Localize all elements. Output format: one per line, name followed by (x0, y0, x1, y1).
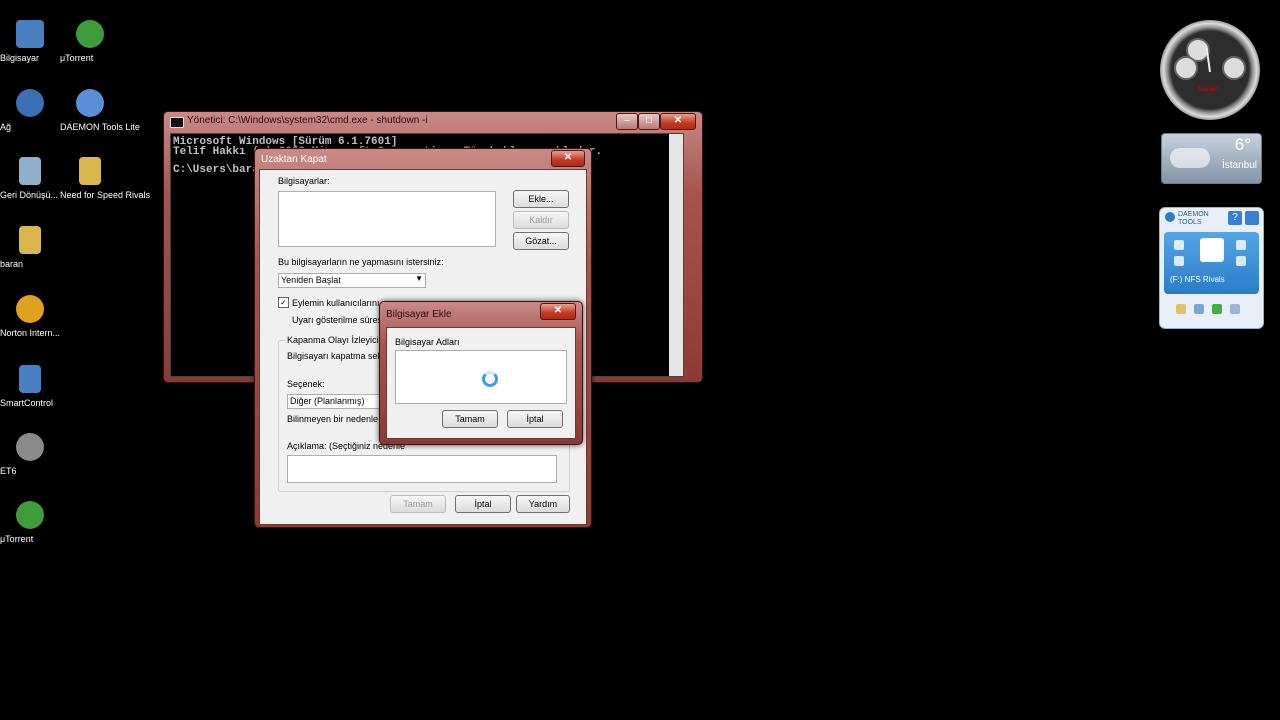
desktop-icon-smartcontrol[interactable]: SmartControl (0, 365, 60, 408)
desktop-icon-baran[interactable]: baran (0, 226, 60, 269)
close-button[interactable]: ✕ (540, 303, 576, 320)
cancel-button[interactable]: İptal (455, 495, 511, 513)
desktop-icon-label: Bilgisayar (0, 53, 40, 63)
add-button[interactable]: Ekle... (513, 190, 569, 208)
desktop-icon-label: Geri Dönüşü... (0, 190, 59, 200)
desktop-icon-label: μTorrent (60, 53, 94, 63)
desktop-icon-label: ET6 (0, 466, 17, 476)
desktop-icon-computer[interactable]: Bilgisayar (0, 20, 60, 63)
dialog-body: Bilgisayar Adları Tamam İptal (386, 327, 576, 439)
remove-button[interactable]: Kaldır (513, 211, 569, 229)
window-title: Yönetici: C:\Windows\system32\cmd.exe - … (187, 115, 428, 126)
norton-icon (16, 295, 44, 323)
wrench-icon[interactable] (1236, 240, 1246, 250)
desktop-icon-network[interactable]: Ağ (0, 89, 60, 132)
drive-icon[interactable] (1230, 304, 1240, 314)
option-select-value: Diğer (Planlanmış) (290, 396, 365, 406)
disc-icon (1200, 238, 1224, 262)
desktop-icon-utorrent-2[interactable]: μTorrent (0, 501, 60, 544)
daemon-tools-icon (76, 89, 104, 117)
stop-icon[interactable] (1174, 256, 1184, 266)
weather-gadget[interactable]: 6° İstanbul (1161, 133, 1262, 184)
cancel-button[interactable]: İptal (507, 410, 563, 428)
action-question: Bu bilgisayarların ne yapmasını istersin… (278, 257, 444, 267)
clock-gadget[interactable]: baran (1160, 20, 1260, 120)
desktop-icon-label: Ağ (0, 122, 12, 132)
folder-icon (19, 226, 41, 254)
desktop-icon-label: μTorrent (0, 534, 34, 544)
ok-button[interactable]: Tamam (390, 495, 446, 513)
help-icon[interactable]: ? (1228, 211, 1242, 225)
computer-icon (16, 20, 44, 48)
warn-users-checkbox[interactable]: ✓ (278, 297, 289, 308)
cloud-icon (1170, 148, 1210, 168)
daemon-logo-icon (1165, 212, 1175, 222)
utorrent-icon (76, 20, 104, 48)
close-button[interactable]: ✕ (660, 113, 696, 130)
settings-icon[interactable] (1245, 211, 1259, 225)
maximize-button[interactable]: □ (638, 113, 660, 130)
desktop-icon-label: Need for Speed Rivals (60, 190, 151, 200)
network-icon (16, 89, 44, 117)
clock-subdial (1174, 56, 1198, 80)
desktop-icon-nfs-rivals[interactable]: Need for Speed Rivals (60, 157, 150, 200)
desktop-icon-utorrent[interactable]: μTorrent (60, 20, 120, 63)
ok-button[interactable]: Tamam (442, 410, 498, 428)
scrollbar[interactable] (669, 134, 683, 376)
computers-list[interactable] (278, 191, 496, 247)
weather-temperature: 6° (1234, 135, 1251, 154)
help-button[interactable]: Yardım (516, 495, 570, 513)
close-button[interactable]: ✕ (551, 150, 585, 167)
desktop-icon-label: DAEMON Tools Lite (60, 122, 140, 132)
action-select-value: Yeniden Başlat (281, 275, 341, 285)
add-icon[interactable] (1212, 304, 1222, 314)
clock-subdial (1222, 56, 1246, 80)
utorrent-icon (16, 501, 44, 529)
browse-button[interactable]: Gözat... (513, 232, 569, 250)
daemon-brand: DAEMON TOOLS (1178, 211, 1209, 226)
drive-label: (F:) NFS Rivals (1170, 275, 1225, 284)
desktop-icon-label: Norton Intern... (0, 328, 61, 338)
play-icon[interactable] (1174, 240, 1184, 250)
action-select[interactable]: Yeniden Başlat ▼ (278, 273, 426, 288)
desktop-icon-daemon-tools[interactable]: DAEMON Tools Lite (60, 89, 140, 132)
names-label: Bilgisayar Adları (395, 337, 460, 347)
daemon-tools-gadget[interactable]: DAEMON TOOLS ? (F:) NFS Rivals (1159, 207, 1264, 329)
close-icon[interactable] (1236, 256, 1246, 266)
event-tracker-title: Kapanma Olayı İzleyicisi (285, 335, 388, 345)
minimize-button[interactable]: – (616, 113, 638, 130)
cmd-icon (170, 117, 184, 128)
dialog-title: Bilgisayar Ekle (386, 309, 452, 320)
computers-label: Bilgisayarlar: (278, 176, 330, 186)
folder-icon (79, 157, 101, 185)
desktop-icon-label: baran (0, 259, 24, 269)
option-label: Seçenek: (287, 379, 325, 389)
dialog-title: Uzaktan Kapat (261, 154, 327, 165)
image-icon[interactable] (1194, 304, 1204, 314)
names-input[interactable] (395, 350, 567, 404)
weather-city: İstanbul (1221, 160, 1257, 171)
add-computer-dialog[interactable]: Bilgisayar Ekle ✕ Bilgisayar Adları Tama… (379, 301, 583, 445)
comment-input[interactable] (287, 455, 557, 483)
smartcontrol-icon (19, 365, 41, 393)
warn-time-label: Uyarı gösterilme süresi: (292, 315, 387, 325)
recycle-bin-icon (19, 157, 41, 185)
mount-icon[interactable] (1176, 304, 1186, 314)
desktop-icon-norton[interactable]: Norton Intern... (0, 295, 60, 338)
desktop-icon-recycle-bin[interactable]: Geri Dönüşü... (0, 157, 60, 200)
loading-spinner-icon (482, 371, 498, 387)
drive-panel[interactable]: (F:) NFS Rivals (1164, 232, 1259, 294)
clock-label: baran (1198, 84, 1219, 93)
steering-wheel-icon (16, 433, 44, 461)
chevron-down-icon: ▼ (415, 274, 423, 283)
desktop-icon-et6[interactable]: ET6 (0, 433, 60, 476)
desktop-icon-label: SmartControl (0, 398, 54, 408)
